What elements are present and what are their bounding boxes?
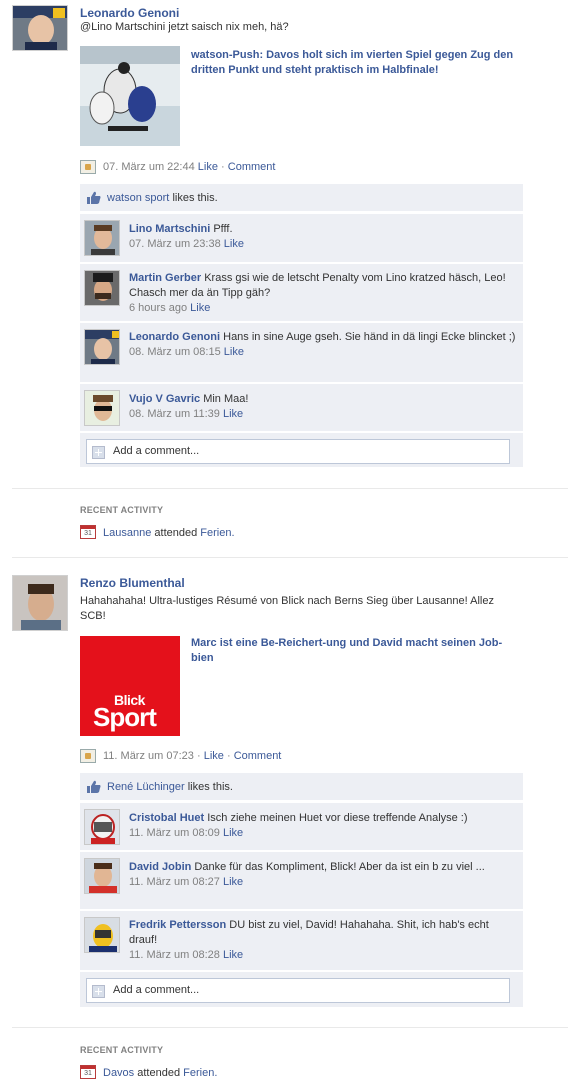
attachment-title[interactable]: Marc ist eine Be-Reichert-ung und David … [191, 636, 511, 666]
divider [12, 1027, 568, 1028]
commenter-avatar[interactable] [84, 390, 120, 426]
add-comment-input[interactable]: Add a comment... [86, 439, 510, 464]
likes-row: watson sport likes this. [80, 184, 523, 212]
likes-suffix: likes this. [187, 781, 233, 793]
activity-object[interactable]: Ferien. [200, 527, 234, 539]
add-comment-placeholder: Add a comment... [113, 984, 200, 996]
add-comment-placeholder: Add a comment... [113, 445, 200, 457]
comment: Martin Gerber Krass gsi wie de letscht P… [80, 264, 523, 322]
separator: · [226, 750, 231, 762]
activity-subject[interactable]: Lausanne [103, 527, 151, 539]
commenter-name[interactable]: Lino Martschini [129, 223, 210, 235]
activity-line: Davos attended Ferien. [103, 1067, 217, 1079]
comment-link[interactable]: Comment [228, 161, 276, 173]
calendar-icon: 31 [80, 1065, 96, 1079]
attachment-thumbnail[interactable]: Blick Sport [80, 636, 180, 736]
divider [12, 488, 568, 489]
comment: Cristobal Huet Isch ziehe meinen Huet vo… [80, 803, 523, 851]
commenter-name[interactable]: Martin Gerber [129, 272, 201, 284]
sport-logo-text: Sport [93, 702, 157, 732]
likes-suffix: likes this. [172, 192, 218, 204]
activity-verb: attended [154, 527, 198, 539]
attachment-thumbnail[interactable] [80, 46, 180, 146]
activity-subject[interactable]: Davos [103, 1067, 134, 1079]
comment-like-link[interactable]: Like [223, 876, 243, 888]
comment: Fredrik Pettersson DU bist zu viel, Davi… [80, 911, 523, 971]
comment-like-link[interactable]: Like [224, 238, 244, 250]
liker-name[interactable]: watson sport [107, 192, 169, 204]
comment-link[interactable]: Comment [234, 750, 282, 762]
activity-verb: attended [137, 1067, 181, 1079]
separator: · [196, 750, 201, 762]
commenter-name[interactable]: Leonardo Genoni [129, 331, 220, 343]
post-text: Hahahahaha! Ultra-lustiges Résumé von Bl… [80, 595, 494, 622]
comment-text: Isch ziehe meinen Huet vor diese treffen… [207, 812, 468, 824]
recent-activity-label: RECENT ACTIVITY [80, 1045, 164, 1055]
post-author[interactable]: Leonardo Genoni [80, 6, 179, 20]
comment-timestamp[interactable]: 08. März um 11:39 [129, 408, 220, 420]
commenter-name[interactable]: David Jobin [129, 861, 191, 873]
divider [12, 557, 568, 558]
commenter-avatar[interactable] [84, 270, 120, 306]
post-meta: 11. März um 07:23 · Like · Comment [103, 750, 281, 762]
commenter-avatar[interactable] [84, 220, 120, 256]
add-comment-input[interactable]: Add a comment... [86, 978, 510, 1003]
post-timestamp[interactable]: 07. März um 22:44 [103, 161, 195, 173]
activity-line: Lausanne attended Ferien. [103, 527, 235, 539]
comment: Lino Martschini Pfff. 07. März um 23:38 … [80, 214, 523, 263]
post-meta: 07. März um 22:44 Like · Comment [103, 161, 275, 173]
comment: David Jobin Danke für das Kompliment, Bl… [80, 852, 523, 910]
post-type-icon [80, 749, 96, 763]
separator: · [221, 161, 225, 173]
likes-row: René Lüchinger likes this. [80, 773, 523, 801]
like-link[interactable]: Like [204, 750, 224, 762]
thumbs-up-icon [87, 780, 101, 793]
comment-timestamp[interactable]: 11. März um 08:09 [129, 827, 220, 839]
post-type-icon [80, 160, 96, 174]
comment-timestamp[interactable]: 07. März um 23:38 [129, 238, 221, 250]
commenter-avatar[interactable] [84, 809, 120, 845]
recent-activity-label: RECENT ACTIVITY [80, 505, 164, 515]
comment-like-link[interactable]: Like [190, 302, 210, 314]
comment-like-link[interactable]: Like [223, 827, 243, 839]
comment-like-link[interactable]: Like [223, 949, 243, 961]
comment-timestamp[interactable]: 11. März um 08:27 [129, 876, 220, 888]
comment-timestamp[interactable]: 08. März um 08:15 [129, 346, 221, 358]
like-link[interactable]: Like [198, 161, 218, 173]
commenter-avatar[interactable] [84, 917, 120, 953]
commenter-name[interactable]: Fredrik Pettersson [129, 919, 226, 931]
commenter-avatar[interactable] [84, 858, 120, 894]
comment-text: Danke für das Kompliment, Blick! Aber da… [194, 861, 485, 873]
plus-icon [92, 985, 105, 998]
comment: Leonardo Genoni Hans in sine Auge gseh. … [80, 323, 523, 383]
author-avatar[interactable] [12, 5, 68, 51]
comment-text: Hans in sine Auge gseh. Sie händ in dä l… [223, 331, 516, 343]
commenter-avatar[interactable] [84, 329, 120, 365]
activity-object[interactable]: Ferien. [183, 1067, 217, 1079]
liker-name[interactable]: René Lüchinger [107, 781, 185, 793]
post-author[interactable]: Renzo Blumenthal [80, 576, 185, 590]
comment-like-link[interactable]: Like [224, 346, 244, 358]
post-timestamp[interactable]: 11. März um 07:23 [103, 750, 194, 762]
calendar-icon: 31 [80, 525, 96, 539]
attachment-title[interactable]: watson-Push: Davos holt sich im vierten … [191, 48, 521, 78]
post-text: @Lino Martschini jetzt saisch nix meh, h… [80, 21, 289, 33]
comment-timestamp[interactable]: 6 hours ago [129, 302, 187, 314]
comment: Vujo V Gavric Min Maa! 08. März um 11:39… [80, 384, 523, 432]
comment-timestamp[interactable]: 11. März um 08:28 [129, 949, 220, 961]
commenter-name[interactable]: Vujo V Gavric [129, 393, 200, 405]
comment-text: Min Maa! [203, 393, 249, 405]
author-avatar[interactable] [12, 575, 68, 631]
comment-text: Pfff. [213, 223, 233, 235]
commenter-name[interactable]: Cristobal Huet [129, 812, 204, 824]
plus-icon [92, 446, 105, 459]
comment-like-link[interactable]: Like [223, 408, 243, 420]
thumbs-up-icon [87, 191, 101, 204]
